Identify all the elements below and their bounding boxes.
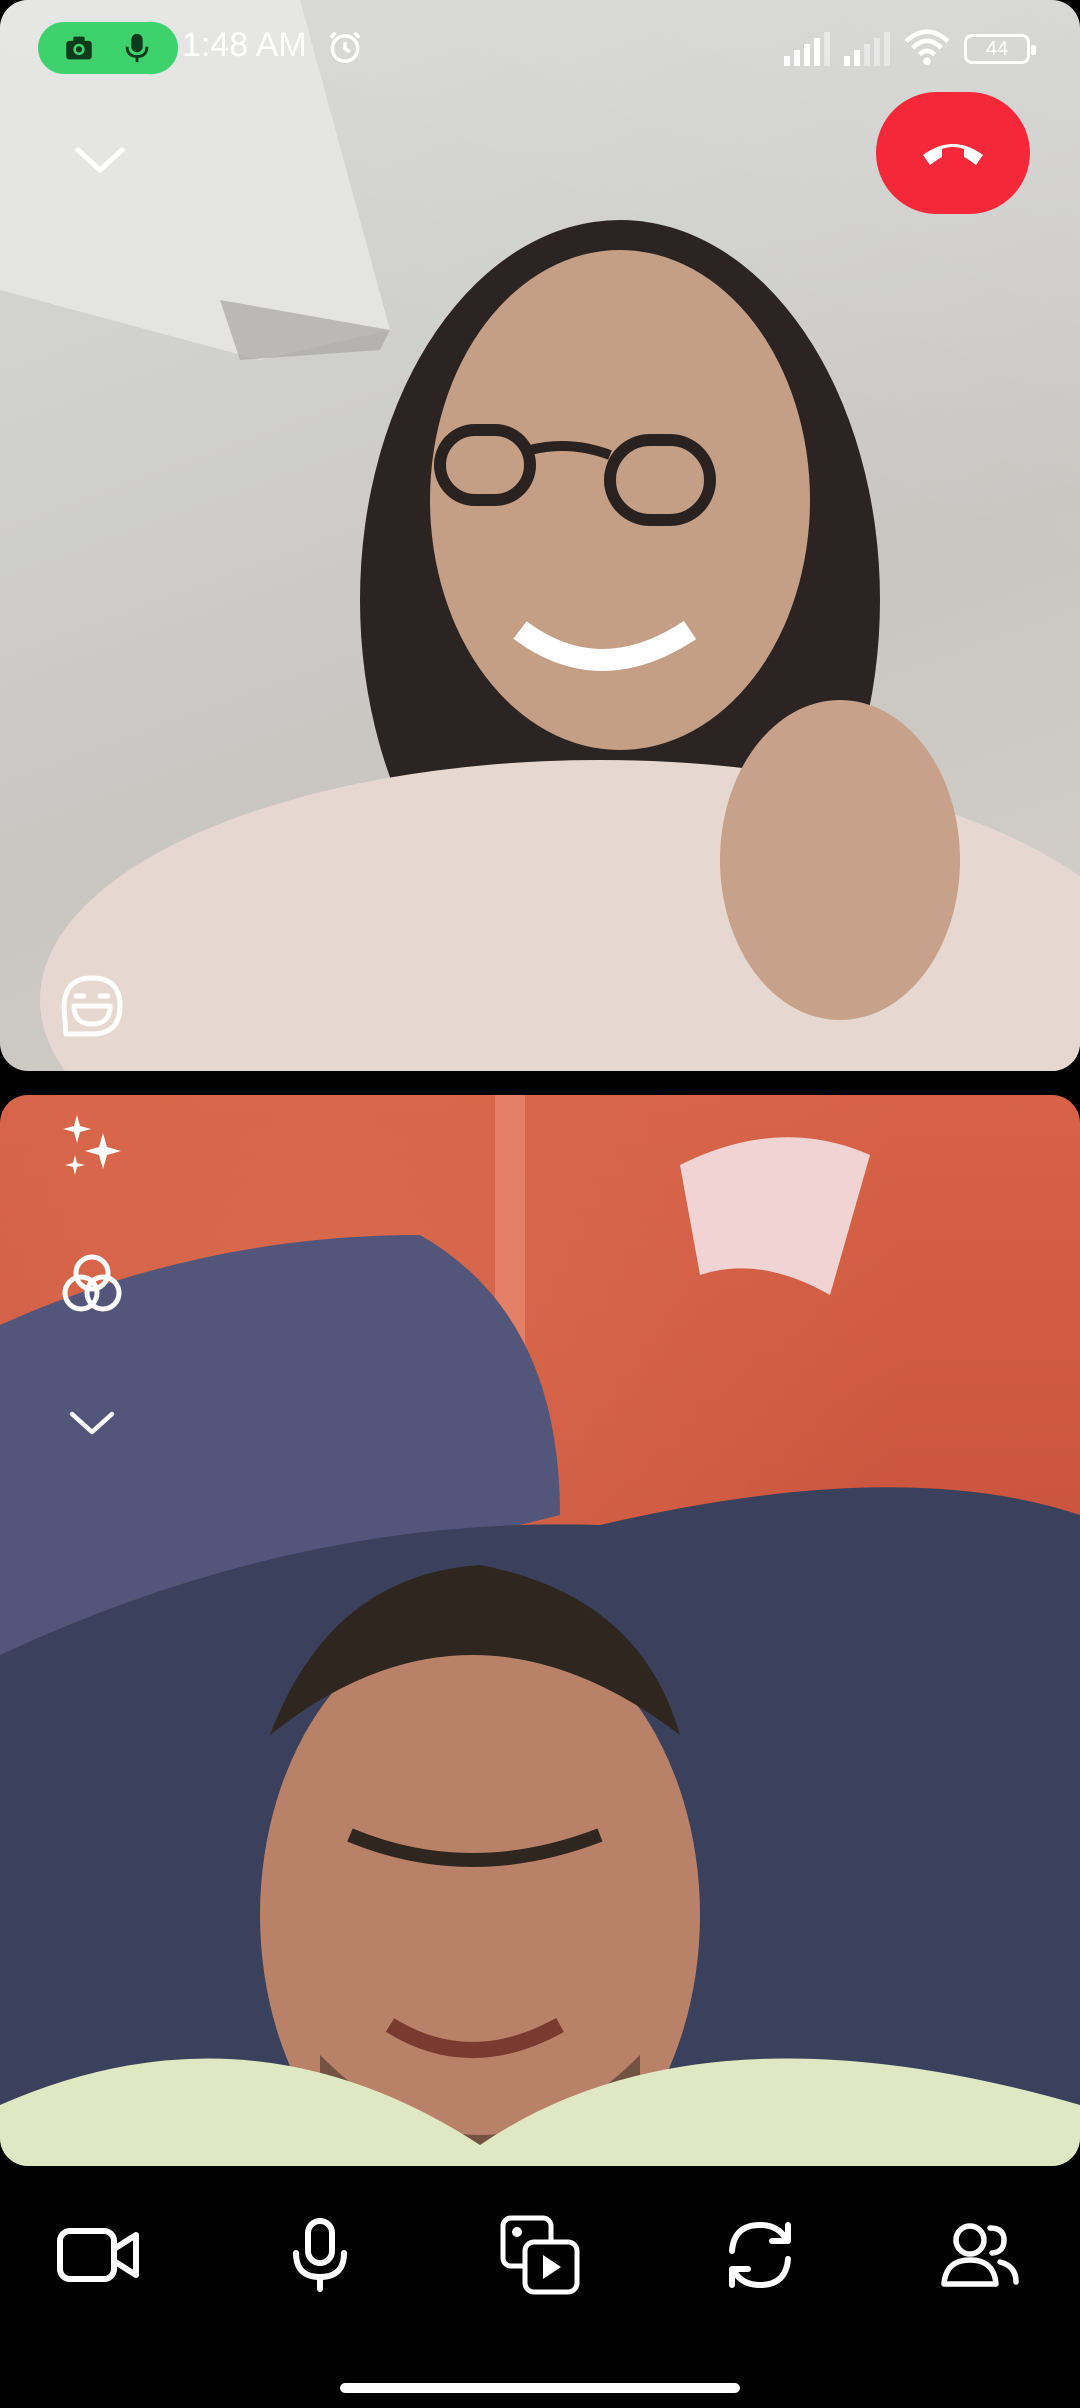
home-indicator[interactable] bbox=[340, 2383, 740, 2393]
battery-icon: 44 bbox=[964, 34, 1036, 64]
chevron-down-icon bbox=[69, 1411, 115, 1435]
minimize-call-button[interactable] bbox=[62, 122, 138, 198]
more-effects-button[interactable] bbox=[52, 1382, 132, 1462]
alarm-icon bbox=[329, 31, 361, 63]
media-share-icon bbox=[500, 2215, 580, 2295]
video-camera-icon bbox=[57, 2228, 139, 2282]
effects-button[interactable] bbox=[52, 1106, 132, 1186]
toggle-video-button[interactable] bbox=[48, 2205, 148, 2305]
camera-icon bbox=[66, 36, 92, 60]
call-controls-toolbar bbox=[0, 2175, 1080, 2325]
flip-camera-button[interactable] bbox=[710, 2205, 810, 2305]
status-time: 1:48 AM bbox=[182, 26, 307, 64]
sparkles-icon bbox=[63, 1115, 121, 1175]
filters-button[interactable] bbox=[52, 1244, 132, 1324]
participants-button[interactable] bbox=[930, 2205, 1030, 2305]
self-video-tile[interactable] bbox=[0, 1095, 1080, 2166]
self-video-feed bbox=[0, 1095, 1080, 2166]
end-call-icon bbox=[923, 144, 983, 165]
emoji-face-icon bbox=[61, 975, 123, 1037]
status-bar: 1:48 AM 44 bbox=[0, 0, 1080, 100]
chevron-down-icon bbox=[75, 147, 125, 173]
battery-level: 44 bbox=[985, 37, 1009, 60]
reactions-button[interactable] bbox=[52, 966, 132, 1046]
recording-indicator[interactable] bbox=[38, 22, 178, 74]
flip-camera-icon bbox=[729, 2221, 791, 2289]
wifi-icon bbox=[904, 29, 950, 66]
microphone-icon bbox=[293, 2218, 347, 2292]
signal-icon bbox=[784, 32, 830, 66]
share-media-button[interactable] bbox=[490, 2205, 590, 2305]
filters-icon bbox=[62, 1254, 122, 1312]
signal-icon bbox=[844, 32, 890, 66]
end-call-button[interactable] bbox=[876, 92, 1030, 214]
toggle-mic-button[interactable] bbox=[270, 2205, 370, 2305]
mic-icon bbox=[125, 33, 149, 63]
participants-icon bbox=[941, 2223, 1019, 2287]
